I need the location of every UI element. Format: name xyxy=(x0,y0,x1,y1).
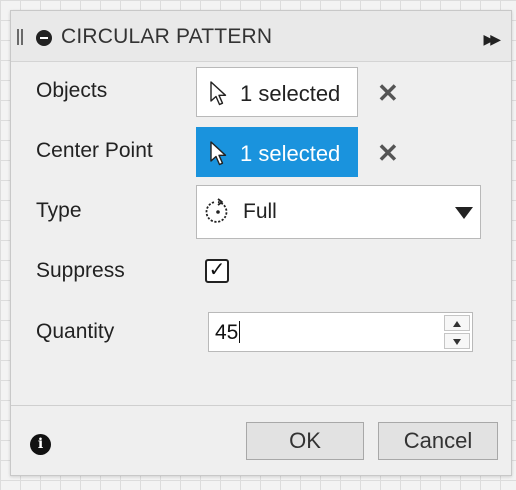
suppress-label: Suppress xyxy=(36,259,125,282)
chevron-down-icon[interactable] xyxy=(455,207,473,219)
objects-selection-button[interactable]: 1 selected xyxy=(196,67,358,117)
increment-arrow-icon[interactable] xyxy=(444,315,470,331)
dialog-footer: i OK Cancel xyxy=(11,405,511,475)
pointer-cursor-icon xyxy=(210,81,227,106)
objects-label: Objects xyxy=(36,79,108,102)
type-label: Type xyxy=(36,199,82,222)
decrement-arrow-icon[interactable] xyxy=(444,333,470,349)
dialog-titlebar[interactable]: CIRCULAR PATTERN ▶▶ xyxy=(11,11,511,62)
center-point-selection-button[interactable]: 1 selected xyxy=(196,127,358,177)
quantity-value: 45 xyxy=(215,321,239,344)
ok-button[interactable]: OK xyxy=(246,422,364,460)
circular-pattern-dialog: CIRCULAR PATTERN ▶▶ Objects 1 selected ✕… xyxy=(10,10,512,476)
type-dropdown[interactable]: Full xyxy=(196,185,481,239)
type-selected-value: Full xyxy=(243,200,277,223)
expand-arrows-icon[interactable]: ▶▶ xyxy=(483,31,500,48)
info-icon[interactable]: i xyxy=(30,434,51,455)
clear-objects-icon[interactable]: ✕ xyxy=(377,78,399,109)
quantity-stepper[interactable]: 45 xyxy=(208,312,473,352)
suppress-checkbox[interactable]: ✓ xyxy=(205,259,229,283)
dialog-title: CIRCULAR PATTERN xyxy=(61,25,273,48)
pointer-cursor-icon xyxy=(210,141,227,166)
clear-center-point-icon[interactable]: ✕ xyxy=(377,138,399,169)
quantity-label: Quantity xyxy=(36,320,115,343)
center-point-label: Center Point xyxy=(36,139,153,162)
text-caret xyxy=(239,321,241,343)
center-point-selection-text: 1 selected xyxy=(240,141,341,166)
drag-grip-icon[interactable] xyxy=(17,29,23,45)
quantity-input[interactable]: 45 xyxy=(215,321,241,345)
collapse-icon[interactable] xyxy=(36,30,52,46)
cancel-button[interactable]: Cancel xyxy=(378,422,498,460)
objects-selection-text: 1 selected xyxy=(240,81,341,106)
full-circle-arrow-icon xyxy=(205,198,228,223)
